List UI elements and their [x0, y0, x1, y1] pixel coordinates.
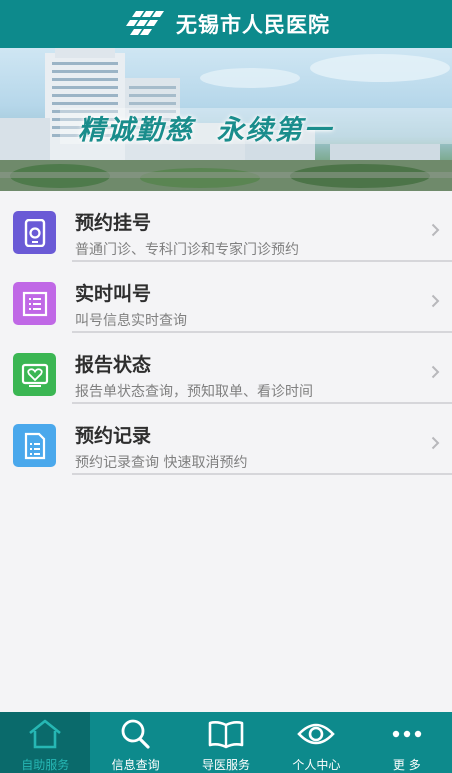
service-menu-list: 预约挂号 普通门诊、专科门诊和专家门诊预约 实时叫号 叫号信息实时查询 报告状态… — [0, 191, 452, 475]
hospital-cross-logo-icon — [126, 11, 164, 35]
tab-label: 自助服务 — [21, 758, 70, 772]
tab-label: 导医服务 — [202, 758, 251, 772]
menu-item-subtitle: 普通门诊、专科门诊和专家门诊预约 — [75, 242, 299, 258]
tab-label: 更 多 — [392, 758, 421, 772]
menu-item-subtitle: 预约记录查询 快速取消预约 — [75, 455, 248, 471]
tab-info-query[interactable]: 信息查询 — [90, 712, 180, 773]
menu-item-title: 预约记录 — [75, 425, 152, 447]
menu-item-title: 预约挂号 — [75, 212, 152, 234]
home-icon — [25, 717, 65, 751]
chevron-right-icon — [431, 294, 440, 308]
app-title: 无锡市人民医院 — [176, 13, 330, 37]
chevron-right-icon — [431, 436, 440, 450]
menu-item-queue[interactable]: 实时叫号 叫号信息实时查询 — [0, 262, 452, 333]
tab-label: 个人中心 — [292, 758, 341, 772]
eye-icon — [296, 717, 336, 751]
header-bar: 无锡市人民医院 — [0, 0, 452, 48]
menu-item-appointment[interactable]: 预约挂号 普通门诊、专科门诊和专家门诊预约 — [0, 191, 452, 262]
book-icon — [206, 717, 246, 751]
tab-label: 信息查询 — [111, 758, 160, 772]
menu-item-subtitle: 报告单状态查询，预知取单、看诊时间 — [75, 384, 313, 400]
heart-report-icon — [13, 353, 56, 396]
menu-item-report-status[interactable]: 报告状态 报告单状态查询，预知取单、看诊时间 — [0, 333, 452, 404]
chevron-right-icon — [431, 223, 440, 237]
queue-list-icon — [13, 282, 56, 325]
tab-more[interactable]: 更 多 — [362, 712, 452, 773]
app-root: 无锡市人民医院 精诚勤慈 永续第一 预约挂号 普通门诊、专科门诊和专家门诊预约 … — [0, 0, 452, 773]
document-record-icon — [13, 424, 56, 467]
tab-guide-service[interactable]: 导医服务 — [181, 712, 271, 773]
hospital-banner: 精诚勤慈 永续第一 — [0, 48, 452, 191]
menu-item-title: 实时叫号 — [75, 283, 152, 305]
more-dots-icon — [387, 717, 427, 751]
phone-appointment-icon — [13, 211, 56, 254]
menu-item-title: 报告状态 — [75, 354, 152, 376]
menu-item-subtitle: 叫号信息实时查询 — [75, 313, 187, 329]
chevron-right-icon — [431, 365, 440, 379]
menu-item-appointment-records[interactable]: 预约记录 预约记录查询 快速取消预约 — [0, 404, 452, 475]
tab-personal-center[interactable]: 个人中心 — [271, 712, 361, 773]
bottom-tab-bar: 自助服务 信息查询 导医服务 个人中心 更 多 — [0, 712, 452, 773]
divider — [72, 473, 452, 475]
search-icon — [116, 717, 156, 751]
tab-self-service[interactable]: 自助服务 — [0, 712, 91, 773]
banner-slogan: 精诚勤慈 永续第一 — [78, 115, 333, 146]
